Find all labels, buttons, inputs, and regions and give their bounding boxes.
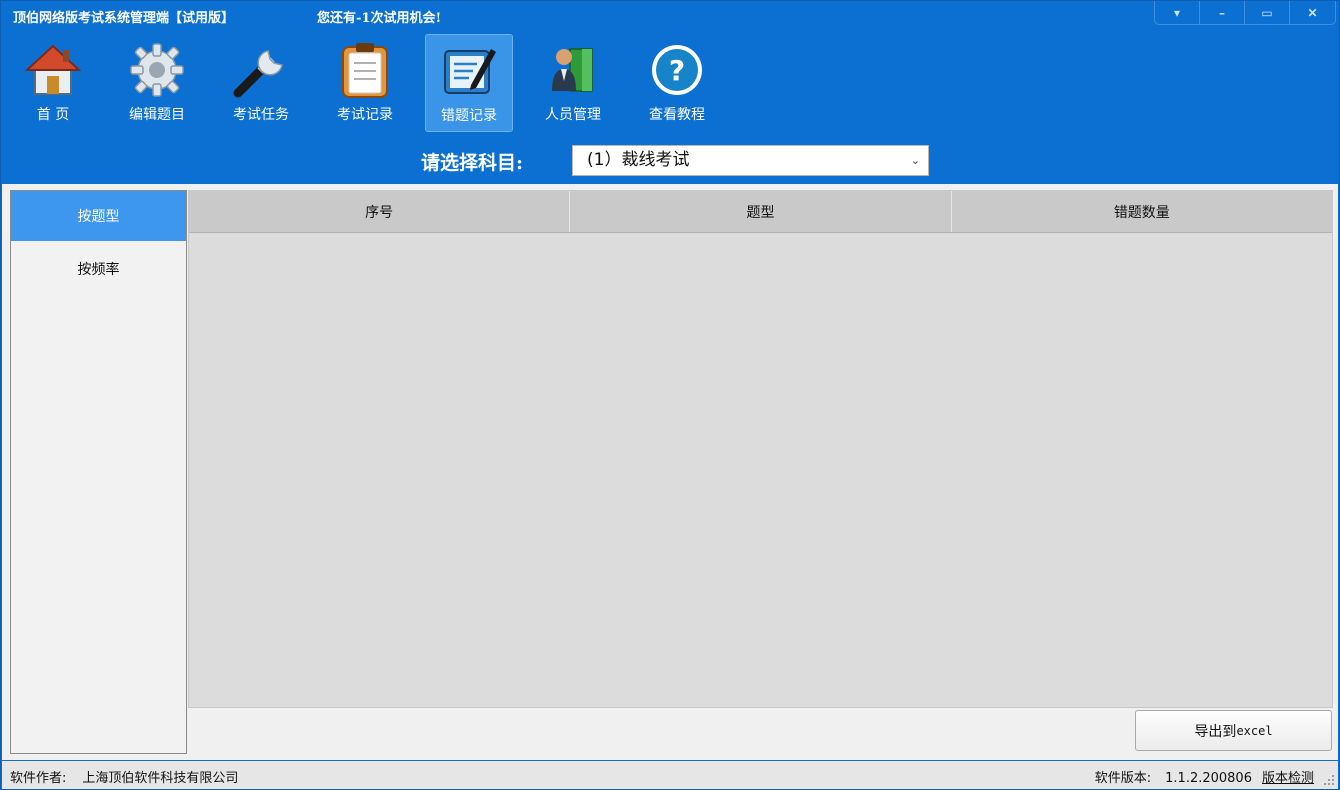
export-button-label: 导出到 bbox=[1194, 723, 1237, 740]
resize-grip-icon[interactable] bbox=[1323, 774, 1335, 786]
minimize-button[interactable]: – bbox=[1200, 1, 1245, 24]
maximize-button[interactable]: ▭ bbox=[1245, 1, 1290, 24]
chevron-down-icon: ⌄ bbox=[910, 154, 920, 167]
clipboard-icon bbox=[335, 42, 395, 98]
status-bar: 软件作者: 上海顶伯软件科技有限公司 软件版本: 1.1.2.200806 版本检测 bbox=[2, 761, 1338, 789]
wrench-icon bbox=[231, 42, 291, 98]
home-icon bbox=[23, 42, 83, 98]
gear-icon bbox=[127, 42, 187, 98]
content-area: 按题型 按频率 序号 题型 错题数量 导出到 excel bbox=[2, 184, 1338, 760]
toolbar-personnel-label: 人员管理 bbox=[545, 107, 601, 123]
toolbar-home-label: 首 页 bbox=[36, 107, 70, 123]
toolbar-wrong-records[interactable]: 错题记录 bbox=[425, 34, 513, 132]
help-icon: ? bbox=[647, 42, 707, 98]
toolbar-exam-records[interactable]: 考试记录 bbox=[321, 34, 409, 132]
export-button-format: excel bbox=[1236, 723, 1273, 738]
toolbar-tutorial-label: 查看教程 bbox=[649, 107, 705, 123]
wrong-questions-table[interactable]: 序号 题型 错题数量 bbox=[188, 190, 1333, 708]
toolbar-personnel[interactable]: 人员管理 bbox=[529, 34, 617, 132]
sidebar-item-by-frequency[interactable]: 按频率 bbox=[11, 241, 186, 291]
close-button[interactable]: ✕ bbox=[1290, 1, 1335, 24]
toolbar-tutorial[interactable]: ? 查看教程 bbox=[633, 34, 721, 132]
subject-label: 请选择科目: bbox=[421, 152, 524, 174]
toolbar-home[interactable]: 首 页 bbox=[9, 34, 97, 132]
window-controls: ▾ – ▭ ✕ bbox=[1154, 1, 1336, 25]
menu-dropdown-button[interactable]: ▾ bbox=[1155, 1, 1200, 24]
notepad-edit-icon bbox=[439, 43, 499, 99]
toolbar-edit-questions[interactable]: 编辑题目 bbox=[113, 34, 201, 132]
toolbar-exam-records-label: 考试记录 bbox=[337, 107, 393, 123]
trial-message: 您还有-1次试用机会! bbox=[317, 11, 442, 26]
toolbar-exam-tasks-label: 考试任务 bbox=[233, 107, 289, 123]
author-name: 上海顶伯软件科技有限公司 bbox=[82, 771, 239, 786]
table-header: 序号 题型 错题数量 bbox=[189, 191, 1332, 233]
column-header-type[interactable]: 题型 bbox=[570, 191, 952, 232]
toolbar-edit-questions-label: 编辑题目 bbox=[129, 107, 185, 123]
category-sidebar: 按题型 按频率 bbox=[10, 190, 187, 754]
app-title: 顶伯网络版考试系统管理端【试用版】 bbox=[13, 11, 235, 26]
version-check-link[interactable]: 版本检测 bbox=[1262, 771, 1314, 786]
export-excel-button[interactable]: 导出到 excel bbox=[1135, 710, 1332, 751]
people-icon bbox=[543, 42, 603, 98]
version-number: 1.1.2.200806 bbox=[1165, 771, 1252, 786]
main-toolbar: 首 页 编辑题目 考试任务 考试记录 错题记录 人员管理 ? 查看教程 bbox=[9, 34, 737, 134]
subject-selected-value: (1）裁线考试 bbox=[587, 150, 690, 170]
column-header-index[interactable]: 序号 bbox=[189, 191, 571, 232]
toolbar-wrong-records-label: 错题记录 bbox=[441, 108, 497, 124]
toolbar-exam-tasks[interactable]: 考试任务 bbox=[217, 34, 305, 132]
column-header-wrong-count[interactable]: 错题数量 bbox=[952, 191, 1332, 232]
svg-text:?: ? bbox=[669, 54, 685, 87]
version-label: 软件版本: bbox=[1094, 771, 1152, 786]
title-bar: 顶伯网络版考试系统管理端【试用版】 您还有-1次试用机会! ▾ – ▭ ✕ bbox=[1, 1, 1340, 31]
sidebar-item-by-type[interactable]: 按题型 bbox=[11, 191, 186, 241]
app-window: 顶伯网络版考试系统管理端【试用版】 您还有-1次试用机会! ▾ – ▭ ✕ 首 … bbox=[0, 0, 1340, 790]
author-label: 软件作者: bbox=[10, 771, 67, 786]
subject-select[interactable]: (1）裁线考试 ⌄ bbox=[572, 145, 929, 176]
